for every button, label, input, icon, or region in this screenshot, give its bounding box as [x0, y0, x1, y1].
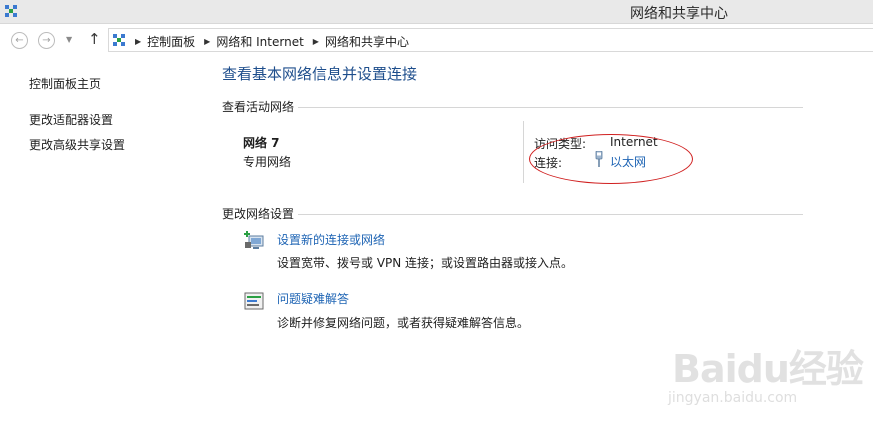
address-bar: ← → ▼ ↑ ▶ 控制面板 ▶ 网络和 Internet ▶ 网络和共享中心	[0, 25, 873, 55]
setup-new-connection-desc: 设置宽带、拨号或 VPN 连接；或设置路由器或接入点。	[277, 256, 574, 270]
network-name: 网络 7	[243, 136, 280, 150]
network-center-icon	[5, 5, 17, 17]
watermark-url: jingyan.baidu.com	[668, 390, 798, 406]
sidebar-item-control-panel-home[interactable]: 控制面板主页	[29, 75, 101, 92]
highlight-ellipse	[529, 134, 693, 184]
new-connection-icon	[244, 231, 264, 249]
breadcrumb-network-internet[interactable]: 网络和 Internet	[216, 33, 303, 50]
network-location-icon	[113, 34, 125, 46]
address-box[interactable]: ▶ 控制面板 ▶ 网络和 Internet ▶ 网络和共享中心	[108, 28, 873, 52]
forward-button[interactable]: →	[38, 32, 55, 49]
page-title: 查看基本网络信息并设置连接	[222, 65, 418, 83]
active-networks-heading: 查看活动网络	[222, 98, 299, 115]
sidebar-item-change-adapter-settings[interactable]: 更改适配器设置	[29, 111, 113, 128]
change-settings-heading: 更改网络设置	[222, 205, 299, 222]
network-type: 专用网络	[243, 155, 292, 169]
chevron-right-icon[interactable]: ▶	[313, 37, 319, 46]
sidebar-item-change-advanced-sharing[interactable]: 更改高级共享设置	[29, 136, 125, 153]
troubleshoot-desc: 诊断并修复网络问题，或者获得疑难解答信息。	[277, 316, 530, 330]
watermark-logo: Baidu经验	[672, 347, 864, 391]
chevron-right-icon[interactable]: ▶	[135, 37, 141, 46]
baidu-watermark: Baidu经验 jingyan.baidu.com	[668, 338, 868, 428]
troubleshoot-link[interactable]: 问题疑难解答	[277, 290, 349, 307]
divider	[523, 121, 524, 183]
breadcrumb-control-panel[interactable]: 控制面板	[147, 33, 195, 50]
sidebar: 控制面板主页 更改适配器设置 更改高级共享设置	[0, 56, 205, 434]
divider	[222, 107, 803, 108]
breadcrumb: ▶ 控制面板 ▶ 网络和 Internet ▶ 网络和共享中心	[135, 33, 418, 50]
back-button[interactable]: ←	[11, 32, 28, 49]
arrow-right-icon: →	[42, 35, 51, 46]
chevron-right-icon[interactable]: ▶	[204, 37, 210, 46]
setup-new-connection-link[interactable]: 设置新的连接或网络	[277, 231, 385, 248]
up-arrow-icon[interactable]: ↑	[88, 30, 101, 48]
troubleshoot-icon	[244, 292, 264, 310]
window-title: 网络和共享中心	[630, 6, 728, 22]
recent-locations-chevron-down-icon[interactable]: ▼	[66, 35, 72, 44]
breadcrumb-network-sharing-center[interactable]: 网络和共享中心	[325, 33, 409, 50]
divider	[222, 214, 803, 215]
title-bar: 网络和共享中心	[0, 0, 873, 24]
arrow-left-icon: ←	[15, 35, 24, 46]
